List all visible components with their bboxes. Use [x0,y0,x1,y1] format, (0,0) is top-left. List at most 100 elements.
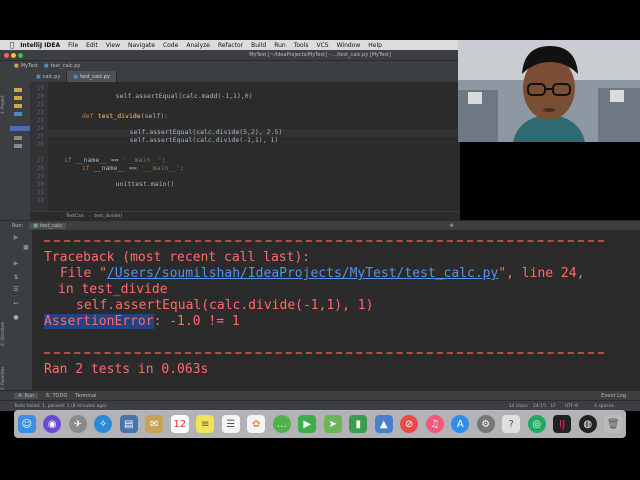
preview-icon[interactable]: ▤ [119,415,138,433]
nav-project[interactable]: ■ MyTest [14,63,38,69]
todo-tool-tab[interactable]: 6: TODO [46,393,67,399]
external-libraries-icon[interactable] [14,136,22,140]
assertion-error-line: AssertionError: -1.0 != 1 [44,314,240,329]
chrome-icon[interactable]: ◎ [527,415,546,433]
appstore-icon[interactable]: A [451,415,470,433]
menu-code[interactable]: Code [163,42,178,49]
finder-icon[interactable]: ☺ [17,415,36,433]
python-file-icon[interactable] [14,112,22,116]
photos-icon[interactable]: ✿ [247,415,266,433]
wrap-icon[interactable]: ↩ [12,300,20,307]
terminal-tool-tab[interactable]: Terminal [75,393,96,399]
tab-calc-py[interactable]: ■ calc.py [30,71,68,82]
trash-icon[interactable]: 🗑 [604,415,623,433]
scratches-icon[interactable] [14,144,22,148]
rerun-failed-icon[interactable]: ▶ [12,260,20,267]
nav-file-label: test_calc.py [50,63,81,69]
sort-icon[interactable]: ⇅ [12,274,20,281]
status-indent[interactable]: 4 spaces [594,404,614,409]
tab-label: calc.py [42,73,61,80]
system-preferences-icon[interactable]: ⚙ [476,415,495,433]
filter-icon[interactable]: ☰ [12,286,20,293]
event-log-tab[interactable]: Event Log [601,393,626,399]
numbers-icon[interactable]: ▮ [349,415,368,433]
menu-help[interactable]: Help [368,42,382,49]
line-number: 32 [36,197,44,204]
selected-file-row[interactable] [10,126,30,131]
error-type: AssertionError [44,314,154,329]
traceback-text: File " [60,266,107,281]
structure-tool-tab[interactable]: Z: Structure [0,306,8,346]
mail-icon[interactable]: ✉ [145,415,164,433]
pin-icon[interactable]: ● [12,314,20,321]
tab-test-calc-py[interactable]: ■ test_calc.py [67,71,117,82]
code-text: : [161,156,166,164]
rerun-icon[interactable]: ▶ [12,234,20,241]
line-number: 26 [36,141,44,148]
settings-gear-icon[interactable]: ⚙ [450,223,454,229]
status-chars: 14 chars [508,403,528,409]
function-name: test_divide [97,112,141,120]
news-icon[interactable]: ⊘ [400,415,419,433]
launchpad-icon[interactable]: ✈ [68,415,87,433]
music-icon[interactable]: ♫ [425,415,444,433]
menu-run[interactable]: Run [274,42,286,49]
code-text: : [179,164,184,172]
test-summary: Ran 2 tests in 0.063s [44,362,209,377]
stop-icon[interactable]: ■ [22,244,30,251]
menu-edit[interactable]: Edit [86,42,98,49]
line-number: 20 [36,93,44,100]
traceback-function: in test_divide [58,282,168,297]
run-tool-tab[interactable]: 4: Run [14,393,39,399]
obs-icon[interactable]: ◍ [578,415,597,433]
help-icon[interactable]: ? [502,415,521,433]
status-message[interactable]: Tests failed: 1, passed: 1 (8 minutes ag… [14,404,107,409]
reminders-icon[interactable]: ☰ [221,415,240,433]
maps-icon[interactable]: ➤ [323,415,342,433]
app-menu[interactable]: IntelliJ IDEA [20,42,60,49]
breadcrumb-method[interactable]: test_divide() [94,214,122,219]
tab-label: test_calc.py [80,73,110,80]
menu-build[interactable]: Build [251,42,266,49]
menu-vcs[interactable]: VCS [317,42,329,49]
folder-icon[interactable] [14,104,22,108]
calendar-icon[interactable]: 12 [170,415,189,433]
folder-icon[interactable] [14,96,22,100]
line-number: 19 [36,85,44,92]
project-folder-icon[interactable] [14,88,22,92]
menu-window[interactable]: Window [337,42,361,49]
messages-icon[interactable]: … [272,415,291,433]
intellij-icon[interactable]: IJ [553,415,572,433]
apple-icon[interactable]:  [10,41,14,49]
string-literal: '__main__' [122,156,162,164]
minimize-window-button[interactable] [11,52,16,58]
favorites-tool-tab[interactable]: 2: Favorites [0,350,8,390]
webcam-overlay [458,40,640,142]
status-position[interactable]: 24:15 [533,404,546,409]
run-config-tab[interactable]: ■ test_calc [29,223,67,229]
project-tool-tab[interactable]: 1: Project [0,74,8,114]
status-encoding[interactable]: UTF-8 [565,404,578,409]
menu-analyze[interactable]: Analyze [186,42,210,49]
menu-refactor[interactable]: Refactor [218,42,243,49]
safari-icon[interactable]: ✧ [94,415,113,433]
nav-file[interactable]: ■ test_calc.py [44,63,81,69]
keynote-icon[interactable]: ▲ [374,415,393,433]
menu-view[interactable]: View [106,42,120,49]
code-line-28: if __name__ == '__main__': [82,164,184,172]
traceback-header: Traceback (most recent call last): [44,250,311,265]
status-line-ending[interactable]: LF [551,404,556,409]
facetime-icon[interactable]: ▶ [298,415,317,433]
file-path-link[interactable]: /Users/soumilshah/IdeaProjects/MyTest/te… [107,266,498,281]
menu-tools[interactable]: Tools [294,42,309,49]
menu-file[interactable]: File [68,42,78,49]
traceback-file-line: File "/Users/soumilshah/IdeaProjects/MyT… [60,266,584,281]
breadcrumb-class[interactable]: TestCalc [66,214,85,219]
zoom-window-button[interactable] [18,52,23,58]
close-window-button[interactable] [4,52,9,58]
project-panel [8,70,30,220]
siri-icon[interactable]: ◉ [43,415,62,433]
menu-navigate[interactable]: Navigate [128,42,155,49]
notes-icon[interactable]: ≡ [196,415,215,433]
breadcrumb-separator: › [88,214,91,219]
